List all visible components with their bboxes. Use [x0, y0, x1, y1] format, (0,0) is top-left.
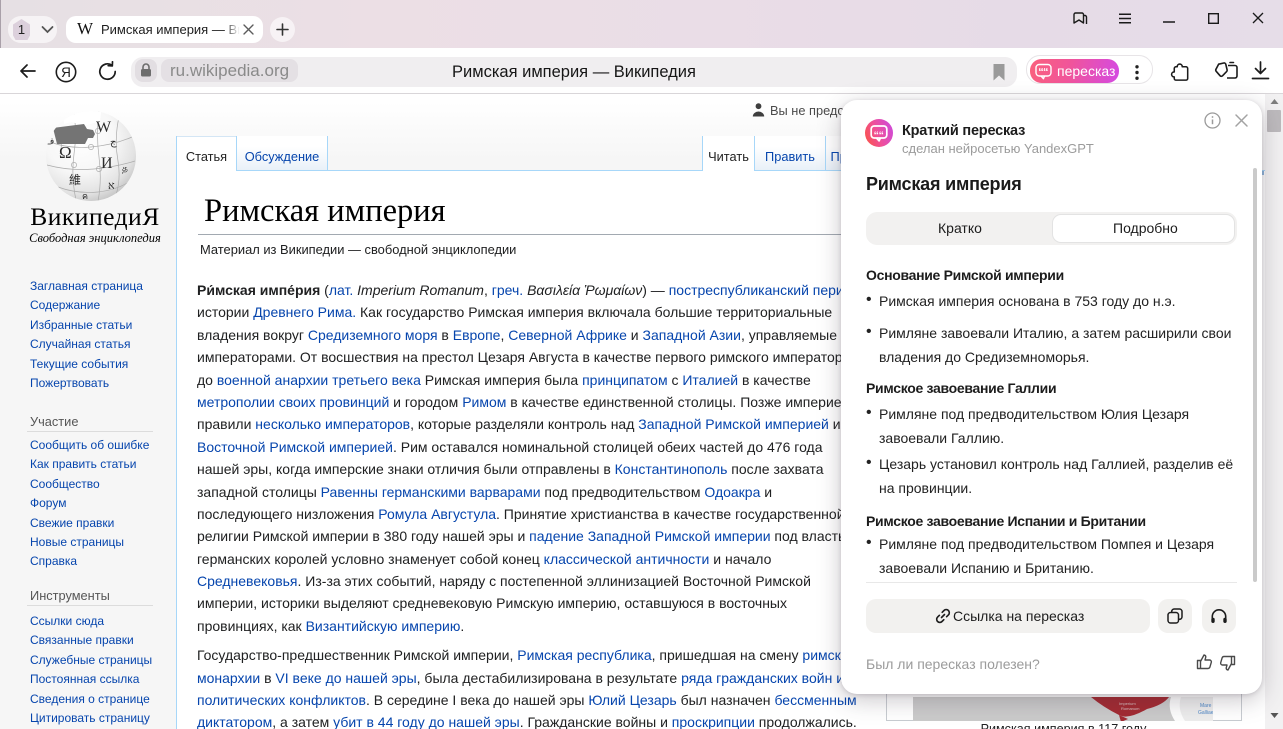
svg-text:И: И [101, 155, 113, 172]
svg-text:א: א [108, 180, 115, 192]
svg-text:Mare: Mare [1200, 703, 1212, 709]
svg-text:維: 維 [69, 173, 81, 187]
svg-text:W: W [96, 119, 112, 136]
svg-text:“: “ [1043, 66, 1049, 78]
svg-text:Ω: Ω [59, 143, 72, 162]
svg-text:“: “ [879, 130, 884, 142]
svg-text:ج: ج [110, 137, 117, 148]
svg-text:Я: Я [61, 65, 71, 80]
svg-text:ค: ค [82, 191, 88, 201]
svg-text:Galliae: Galliae [1198, 710, 1213, 716]
svg-text:Romanum: Romanum [1121, 706, 1140, 711]
svg-text:ف: ف [45, 136, 54, 146]
svg-text:த: த [122, 163, 128, 173]
